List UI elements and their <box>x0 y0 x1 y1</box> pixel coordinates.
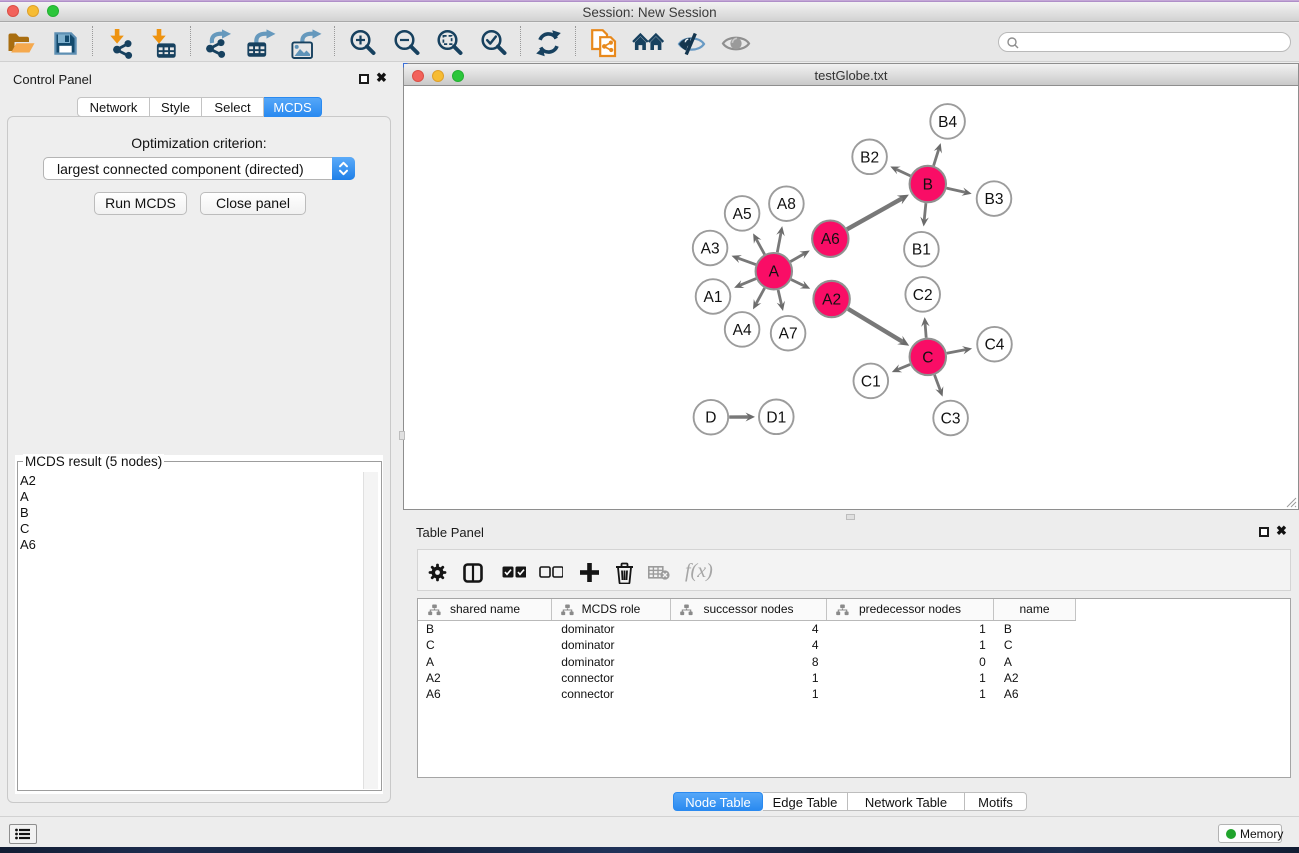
svg-text:A7: A7 <box>779 326 798 343</box>
svg-text:B1: B1 <box>912 242 931 259</box>
svg-text:A5: A5 <box>733 206 752 223</box>
svg-text:B: B <box>923 177 933 194</box>
svg-text:A4: A4 <box>733 322 752 339</box>
svg-text:D: D <box>705 410 716 427</box>
svg-text:A1: A1 <box>704 289 723 306</box>
svg-text:C4: C4 <box>985 337 1005 354</box>
svg-text:D1: D1 <box>766 409 786 426</box>
svg-text:A8: A8 <box>777 196 796 213</box>
svg-text:C2: C2 <box>913 287 933 304</box>
svg-text:C: C <box>922 349 933 366</box>
svg-text:A3: A3 <box>701 241 720 258</box>
svg-text:A2: A2 <box>822 292 841 309</box>
svg-text:B2: B2 <box>860 149 879 166</box>
svg-text:C3: C3 <box>941 411 961 428</box>
svg-text:A: A <box>769 264 780 281</box>
svg-text:A6: A6 <box>821 231 840 248</box>
svg-text:C1: C1 <box>861 373 881 390</box>
svg-text:B3: B3 <box>985 191 1004 208</box>
svg-text:B4: B4 <box>938 114 957 131</box>
